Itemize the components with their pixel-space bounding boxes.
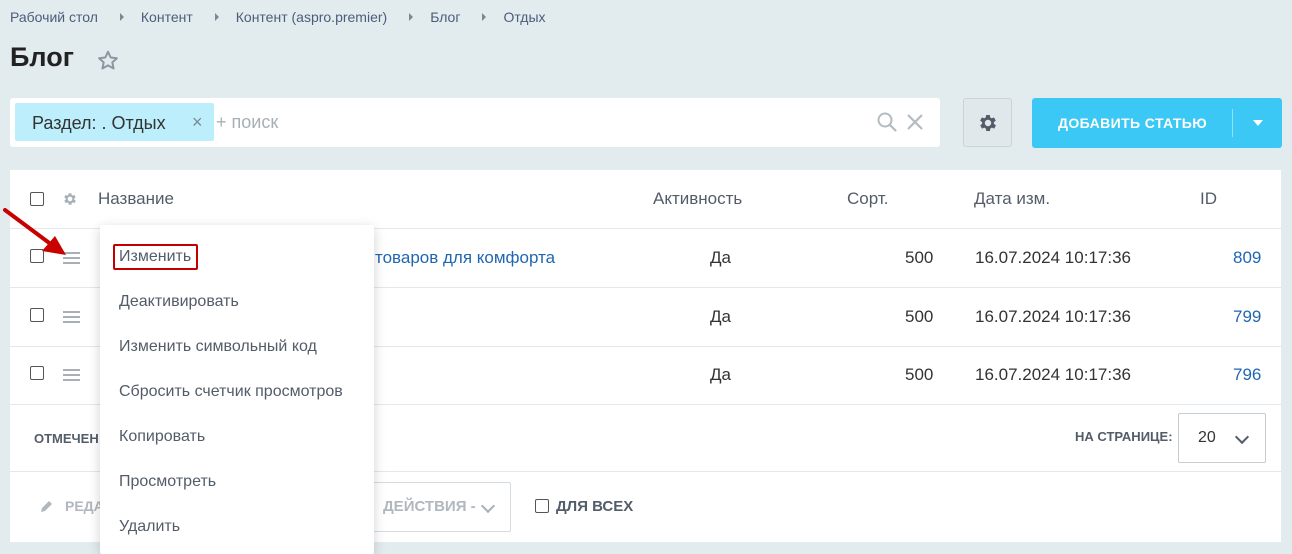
table-header: Название Активность Сорт. Дата изм. ID: [10, 170, 1281, 229]
annotation-arrow-icon: [3, 208, 66, 255]
row-id-link[interactable]: 796: [1233, 365, 1261, 385]
actions-select-label: ДЕЙСТВИЯ -: [383, 498, 476, 515]
clear-search-icon[interactable]: [906, 113, 924, 131]
row-active: Да: [710, 307, 731, 326]
row-checkbox[interactable]: [30, 308, 44, 322]
row-id-link[interactable]: 809: [1233, 248, 1261, 268]
per-page-value: 20: [1198, 429, 1216, 446]
breadcrumb-item-content-aspro[interactable]: Контент (aspro.premier): [236, 9, 387, 25]
menu-item-edit-code[interactable]: Изменить символьный код: [119, 338, 317, 356]
breadcrumb-item-rest[interactable]: Отдых: [503, 9, 545, 25]
breadcrumb-separator-icon: [482, 13, 487, 21]
context-menu-pointer: [88, 248, 100, 270]
select-all-checkbox[interactable]: [30, 192, 44, 206]
button-divider: [1232, 109, 1233, 137]
add-article-button[interactable]: ДОБАВИТЬ СТАТЬЮ: [1032, 98, 1282, 148]
column-header-date[interactable]: Дата изм.: [974, 189, 1050, 209]
menu-item-delete[interactable]: Удалить: [119, 518, 180, 536]
caret-down-icon[interactable]: [1253, 120, 1263, 126]
search-icon[interactable]: [876, 111, 898, 133]
row-checkbox[interactable]: [30, 366, 44, 380]
breadcrumb-item-desktop[interactable]: Рабочий стол: [10, 9, 98, 25]
chevron-down-icon: [1234, 429, 1250, 445]
column-header-id[interactable]: ID: [1200, 189, 1217, 209]
breadcrumb-item-content[interactable]: Контент: [141, 9, 193, 25]
menu-item-deactivate[interactable]: Деактивировать: [119, 293, 239, 311]
menu-item-reset-views[interactable]: Сбросить счетчик просмотров: [119, 383, 343, 401]
column-header-name[interactable]: Название: [98, 189, 174, 209]
row-id-link[interactable]: 799: [1233, 307, 1261, 327]
row-sort: 500: [905, 248, 934, 267]
edit-button[interactable]: РЕДА: [65, 498, 104, 514]
breadcrumb-separator-icon: [214, 13, 219, 21]
gear-icon: [980, 115, 996, 131]
row-date: 16.07.2024 10:17:36: [975, 307, 1131, 326]
page-title: Блог: [10, 42, 74, 72]
add-article-label: ДОБАВИТЬ СТАТЬЮ: [1058, 115, 1208, 131]
settings-button[interactable]: [963, 98, 1012, 147]
row-date: 16.07.2024 10:17:36: [975, 365, 1131, 384]
row-context-menu: Изменить Деактивировать Изменить символь…: [100, 225, 374, 554]
breadcrumb-separator-icon: [409, 13, 414, 21]
menu-item-view[interactable]: Просмотреть: [119, 473, 216, 491]
row-active: Да: [710, 365, 731, 384]
row-date: 16.07.2024 10:17:36: [975, 248, 1131, 267]
per-page-select[interactable]: 20: [1178, 413, 1266, 463]
for-all-label: ДЛЯ ВСЕХ: [556, 498, 634, 515]
row-active: Да: [710, 248, 731, 267]
breadcrumb: Рабочий стол Контент Контент (aspro.prem…: [10, 8, 546, 26]
column-header-sort[interactable]: Сорт.: [847, 189, 888, 209]
breadcrumb-separator-icon: [119, 13, 124, 21]
filter-tag-label: Раздел: . Отдых: [32, 113, 166, 133]
pencil-icon: [41, 501, 52, 512]
row-actions-menu-icon[interactable]: [63, 369, 80, 381]
menu-item-copy[interactable]: Копировать: [119, 428, 205, 446]
column-header-active[interactable]: Активность: [653, 189, 742, 209]
for-all-checkbox[interactable]: [535, 499, 549, 513]
row-sort: 500: [905, 307, 934, 326]
menu-item-edit[interactable]: Изменить: [119, 248, 191, 266]
checked-count-label: ОТМЕЧЕН: [34, 431, 99, 446]
filter-search-bar[interactable]: Раздел: . Отдых × + поиск: [10, 98, 940, 147]
close-icon[interactable]: ×: [192, 113, 203, 131]
star-icon[interactable]: [96, 49, 120, 73]
per-page-label: НА СТРАНИЦЕ:: [1075, 429, 1173, 444]
filter-tag: Раздел: . Отдых ×: [15, 103, 214, 141]
search-input[interactable]: + поиск: [216, 112, 278, 133]
chevron-down-icon: [480, 498, 496, 514]
row-title-link[interactable]: товаров для комфорта: [375, 248, 555, 268]
row-sort: 500: [905, 365, 934, 384]
breadcrumb-item-blog[interactable]: Блог: [430, 9, 460, 25]
row-actions-menu-icon[interactable]: [63, 311, 80, 323]
